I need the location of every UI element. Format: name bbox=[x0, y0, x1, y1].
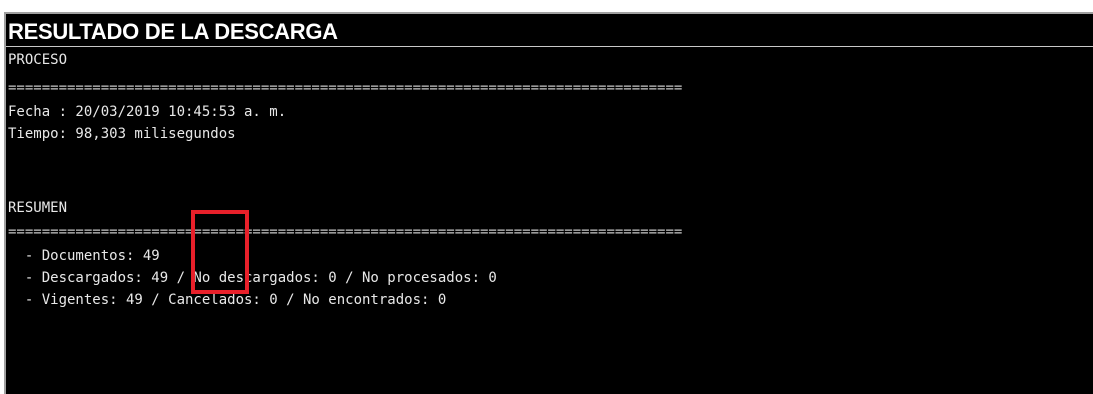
screenshot-frame: RESULTADO DE LA DESCARGA PROCESO =======… bbox=[0, 0, 1093, 394]
separator-line: ========================================… bbox=[8, 80, 683, 96]
window-title: RESULTADO DE LA DESCARGA bbox=[8, 19, 338, 44]
resumen-header: RESUMEN bbox=[8, 200, 68, 216]
tiempo-line: Tiempo: 98,303 milisegundos bbox=[8, 126, 236, 142]
separator-line: ========================================… bbox=[8, 224, 683, 240]
console-window: RESULTADO DE LA DESCARGA PROCESO =======… bbox=[4, 12, 1093, 394]
descargados-line: - Descargados: 49 / No descargados: 0 / … bbox=[8, 270, 497, 286]
console-output: PROCESO ================================… bbox=[8, 50, 1093, 308]
highlight-annotation-box bbox=[191, 210, 249, 294]
fecha-line: Fecha : 20/03/2019 10:45:53 a. m. bbox=[8, 104, 287, 120]
title-bar: RESULTADO DE LA DESCARGA bbox=[6, 14, 1093, 47]
proceso-header: PROCESO bbox=[8, 52, 68, 68]
documentos-line: - Documentos: 49 bbox=[8, 248, 160, 264]
